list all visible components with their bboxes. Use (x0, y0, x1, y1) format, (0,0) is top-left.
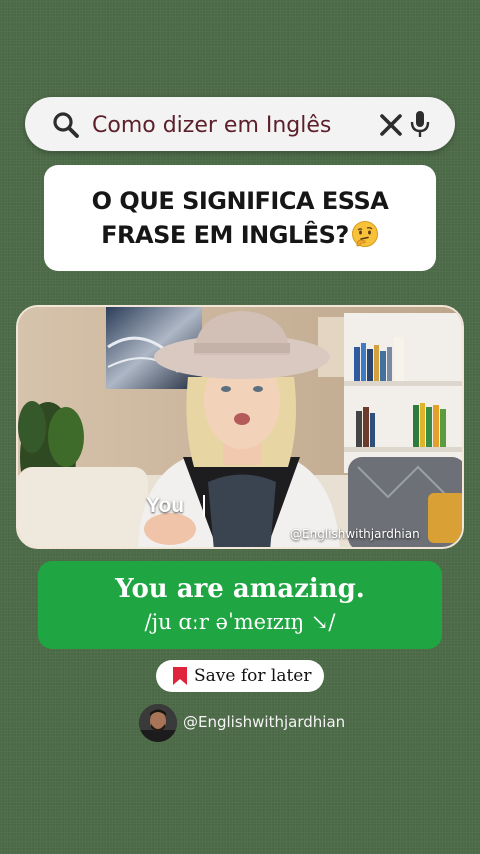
answer-phrase: You are amazing. (115, 574, 365, 604)
question-line-2: FRASE EM INGLÊS? (101, 218, 379, 252)
avatar-image (139, 704, 177, 742)
answer-pronunciation: /ju ɑːr əˈmeɪzɪŋ ↘/ (144, 610, 336, 634)
avatar[interactable] (139, 704, 177, 742)
video-player[interactable]: You @Englishwithjardhian (16, 305, 464, 549)
save-for-later-label: Save for later (194, 666, 312, 686)
search-input[interactable]: Como dizer em Inglês (92, 109, 331, 143)
caption-cursor (203, 495, 205, 517)
answer-card: You are amazing. /ju ɑːr əˈmeɪzɪŋ ↘/ (38, 561, 442, 649)
question-line-1: O QUE SIGNIFICA ESSA (91, 187, 389, 215)
video-caption: You (146, 494, 185, 517)
bookmark-icon (173, 667, 187, 685)
save-for-later-button[interactable]: Save for later (156, 660, 324, 692)
microphone-icon[interactable] (410, 109, 430, 139)
thinking-face-icon (351, 221, 378, 247)
video-watermark: @Englishwithjardhian (290, 527, 420, 541)
close-icon[interactable] (379, 113, 403, 137)
video-thumbnail (18, 307, 462, 547)
search-icon (53, 112, 79, 138)
question-card: O QUE SIGNIFICA ESSA FRASE EM INGLÊS? (44, 165, 436, 271)
author-handle[interactable]: @Englishwithjardhian (183, 713, 345, 731)
question-line-2-text: FRASE EM INGLÊS? (101, 221, 349, 249)
